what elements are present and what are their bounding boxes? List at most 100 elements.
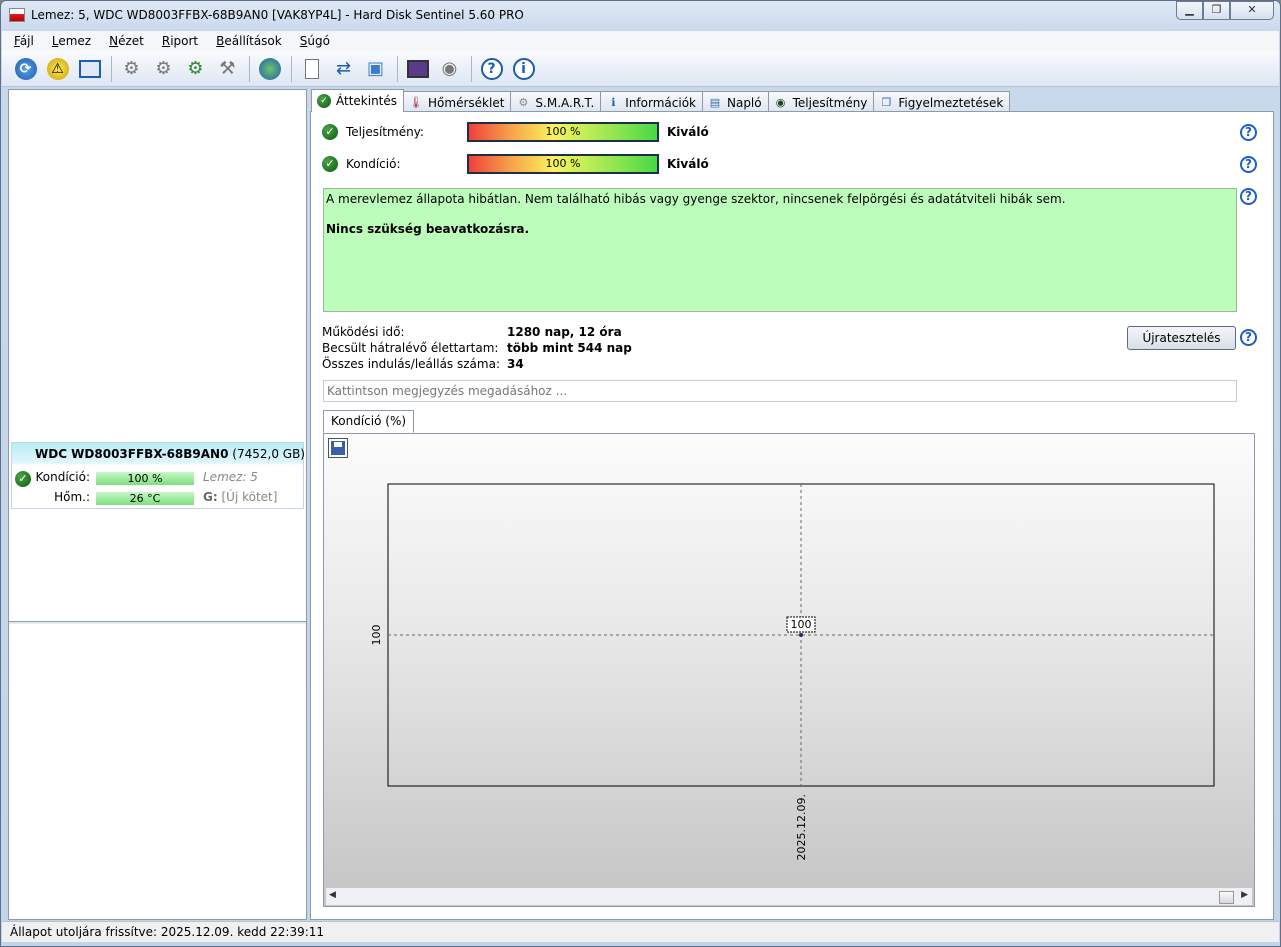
disk-condition-bar: 100 % — [96, 472, 194, 485]
globe-icon[interactable] — [256, 55, 283, 82]
tab-information-label: Információk — [625, 95, 696, 110]
help-icon[interactable]: ? — [478, 55, 505, 82]
status-message-bold: Nincs szükség beavatkozásra. — [326, 222, 530, 236]
alerts-icon: ❐ — [881, 96, 892, 109]
data-label: 100 — [791, 618, 812, 631]
condition-label: Kondíció: — [346, 157, 401, 171]
menu-file[interactable]: Fájl — [14, 31, 34, 51]
condition-help-icon[interactable]: ? — [1240, 156, 1257, 173]
disk-condition-row: Kondíció: 100 % Lemez: 5 — [12, 470, 302, 486]
performance-label: Teljesítmény: — [346, 125, 424, 139]
check-icon: ✓ — [317, 94, 331, 108]
disk-number: Lemez: 5 — [203, 470, 258, 484]
monitor-icon[interactable] — [404, 55, 431, 82]
menu-help[interactable]: Súgó — [300, 31, 330, 51]
info-icon[interactable]: i — [510, 55, 537, 82]
disk-name: WDC WD8003FFBX-68B9AN0 — [35, 447, 229, 461]
y-tick-label: 100 — [370, 625, 383, 646]
disk-card[interactable]: WDC WD8003FFBX-68B9AN0 (7452,0 GB) ✓ Kon… — [11, 442, 305, 509]
retest-button[interactable]: Újratesztelés — [1127, 326, 1236, 350]
panel-splitter[interactable] — [9, 621, 306, 624]
thermometer-icon: 🌡 — [409, 96, 424, 109]
tab-log[interactable]: ▤ Napló — [701, 91, 769, 113]
toolbar-separator — [249, 55, 250, 82]
retest-help-icon[interactable]: ? — [1240, 329, 1257, 346]
chart-scrollbar[interactable]: ◀ ▶ — [326, 888, 1252, 905]
smart-icon: ⚙ — [518, 96, 529, 109]
tab-smart-label: S.M.A.R.T. — [535, 95, 595, 110]
toolbar: ⟳ ⚠ ⚙ ⚙ ⚙ ⚒ ⇄ ▣ ◉ ? i — [2, 51, 1279, 87]
condition-ok-icon: ✓ — [322, 156, 338, 172]
volume-name: [Új kötet] — [221, 490, 278, 504]
window-controls: ▁ ❐ ✕ — [1176, 1, 1274, 20]
performance-help-icon[interactable]: ? — [1240, 124, 1257, 141]
menu-disk[interactable]: Lemez — [52, 31, 91, 51]
disk-temp-bar: 26 °C — [96, 492, 194, 505]
refresh-icon[interactable]: ⟳ — [12, 55, 39, 82]
power-on-value: 1280 nap, 12 óra — [507, 325, 622, 339]
title-bar[interactable]: Lemez: 5, WDC WD8003FFBX-68B9AN0 [VAK8YP… — [1, 1, 1280, 31]
tab-temperature[interactable]: 🌡 Hőmérséklet — [403, 91, 512, 113]
disk-volume: G: [Új kötet] — [203, 490, 277, 504]
menu-report[interactable]: Riport — [162, 31, 198, 51]
sync-icon[interactable]: ⇄ — [330, 55, 357, 82]
tab-smart[interactable]: ⚙ S.M.A.R.T. — [510, 91, 602, 113]
disk-icon[interactable] — [76, 55, 103, 82]
lifetime-value: több mint 544 nap — [507, 341, 632, 355]
maximize-button[interactable]: ❐ — [1203, 1, 1230, 20]
scroll-thumb[interactable] — [1219, 891, 1234, 904]
chart-svg: 100 2025.12.09. 100 — [370, 483, 1215, 860]
disk-condition-label: Kondíció: — [35, 470, 91, 484]
tab-performance-label: Teljesítmény — [792, 95, 868, 110]
close-button[interactable]: ✕ — [1230, 1, 1274, 20]
tab-log-label: Napló — [726, 95, 762, 110]
log-icon: ▤ — [709, 96, 721, 109]
starts-label: Összes indulás/leállás száma: — [322, 357, 500, 371]
performance-bar: 100 % — [467, 122, 659, 142]
note-input[interactable]: Kattintson megjegyzés megadásához ... — [323, 380, 1237, 402]
x-tick-label: 2025.12.09. — [795, 794, 808, 860]
sound-icon[interactable]: ◉ — [436, 55, 463, 82]
tool1-icon[interactable]: ⚙ — [118, 55, 145, 82]
info-icon: ℹ — [611, 96, 616, 109]
tab-performance[interactable]: ◉ Teljesítmény — [767, 91, 875, 113]
tool2-icon[interactable]: ⚙ — [150, 55, 177, 82]
report-icon[interactable] — [298, 55, 325, 82]
tab-overview[interactable]: ✓ Áttekintés — [311, 89, 405, 112]
app-window: Lemez: 5, WDC WD8003FFBX-68B9AN0 [VAK8YP… — [0, 0, 1281, 947]
scroll-left-icon[interactable]: ◀ — [329, 890, 336, 900]
main-tabs: ✓ Áttekintés 🌡 Hőmérséklet ⚙ S.M.A.R.T. ℹ In… — [311, 89, 1011, 113]
toolbar-separator — [291, 55, 292, 82]
power-on-label: Működési idő: — [322, 325, 405, 339]
starts-value: 34 — [507, 357, 524, 371]
message-help-icon[interactable]: ? — [1240, 188, 1257, 205]
status-bar: Állapot utoljára frissítve: 2025.12.09. … — [2, 921, 1279, 942]
minimize-button[interactable]: ▁ — [1176, 1, 1203, 20]
condition-chart: 100 2025.12.09. 100 ◀ ▶ — [323, 433, 1255, 907]
tab-information[interactable]: ℹ Információk — [600, 91, 703, 113]
warning-icon[interactable]: ⚠ — [44, 55, 71, 82]
tool4-icon[interactable]: ⚒ — [214, 55, 241, 82]
disk-temp-row: Hőm.: 26 °C G: [Új kötet] — [12, 490, 302, 506]
save-chart-icon[interactable] — [328, 438, 348, 458]
volume-letter: G: — [203, 490, 218, 504]
tab-alerts-label: Figyelmeztetések — [898, 95, 1004, 110]
condition-row: ✓ Kondíció: 100 % Kiváló — [322, 154, 1262, 174]
gauge-icon: ◉ — [775, 96, 786, 109]
menu-settings[interactable]: Beállítások — [216, 31, 282, 51]
tab-temperature-label: Hőmérséklet — [428, 95, 505, 110]
tool3-icon[interactable]: ⚙ — [182, 55, 209, 82]
tab-alerts[interactable]: ❐ Figyelmeztetések — [873, 91, 1011, 113]
toolbar-separator — [111, 55, 112, 82]
app-icon — [9, 8, 25, 22]
menu-view[interactable]: Nézet — [109, 31, 144, 51]
window-title: Lemez: 5, WDC WD8003FFBX-68B9AN0 [VAK8YP… — [31, 8, 524, 22]
disk-temp-label: Hőm.: — [54, 490, 90, 504]
status-message: A merevlemez állapota hibátlan. Nem talá… — [326, 192, 1066, 206]
network-icon[interactable]: ▣ — [362, 55, 389, 82]
data-point — [799, 633, 803, 637]
overview-panel: ✓ Teljesítmény: 100 % Kiváló ? ✓ Kondíci… — [310, 111, 1274, 920]
chart-tab-condition[interactable]: Kondíció (%) — [323, 410, 415, 433]
scroll-right-icon[interactable]: ▶ — [1241, 890, 1248, 900]
performance-row: ✓ Teljesítmény: 100 % Kiváló — [322, 122, 1262, 142]
